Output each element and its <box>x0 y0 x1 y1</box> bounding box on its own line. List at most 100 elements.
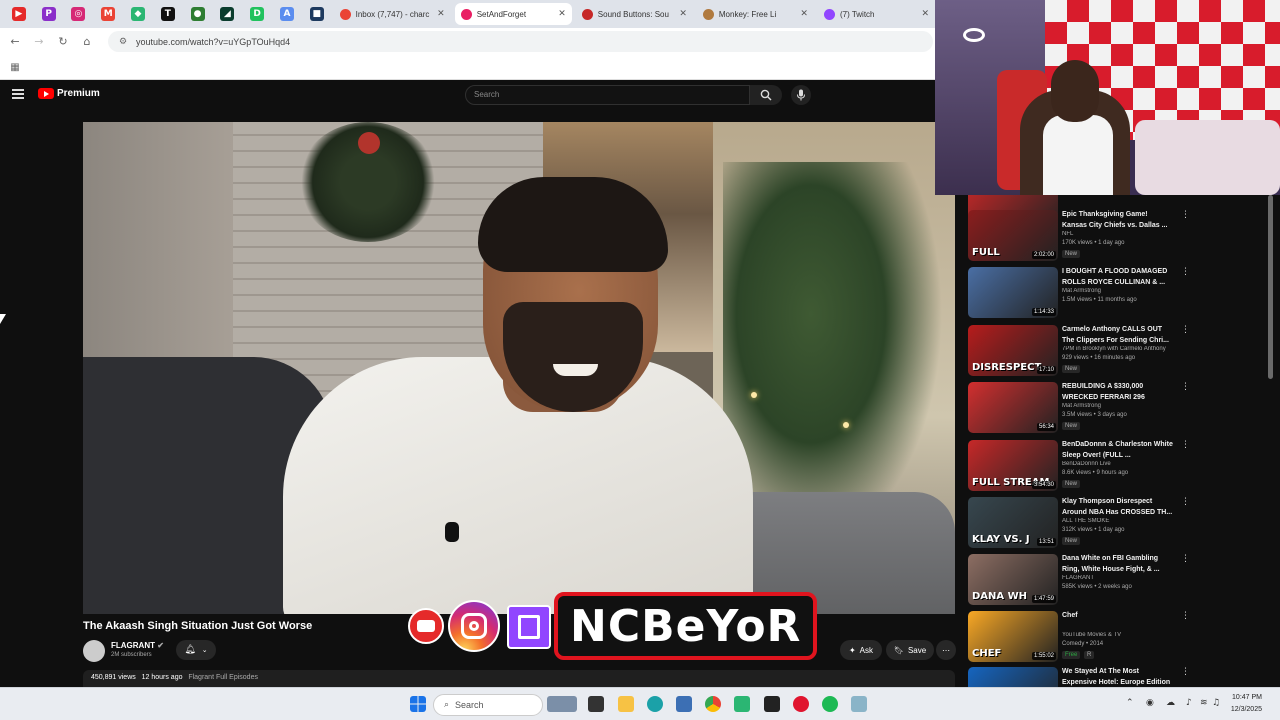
close-tab-icon[interactable]: ✕ <box>558 9 566 19</box>
channel-name-row[interactable]: FLAGRANT ✔ <box>111 641 164 650</box>
video-title[interactable]: REBUILDING A $330,000 WRECKED FERRARI 29… <box>1062 382 1174 403</box>
widgets-icon[interactable] <box>547 696 577 712</box>
apps-grid-icon[interactable]: ▦ <box>8 60 22 74</box>
tray-chevron-icon[interactable]: ⌃ <box>1126 698 1134 708</box>
site-info-icon[interactable]: ⚙ <box>116 35 130 49</box>
chrome-icon[interactable] <box>705 696 721 712</box>
menu-icon[interactable] <box>12 89 24 99</box>
video-thumbnail[interactable]: 1:14:33 <box>968 267 1058 318</box>
close-tab-icon[interactable]: ✕ <box>679 9 687 19</box>
channel-name[interactable]: FLAGRANT <box>111 641 155 650</box>
video-player[interactable] <box>83 122 955 614</box>
playlist-link[interactable]: Flagrant Full Episodes <box>188 674 258 681</box>
ask-button[interactable]: ✦ Ask <box>840 640 882 660</box>
video-title[interactable]: Epic Thanksgiving Game! Kansas City Chie… <box>1062 210 1174 231</box>
video-channel[interactable]: 7PM in Brooklyn with Carmelo Anthony <box>1062 346 1187 352</box>
edge-icon[interactable] <box>647 696 663 712</box>
pinned-tab[interactable]: ◎ <box>66 3 92 25</box>
browser-tab[interactable]: Sound Buttons: Sou ✕ <box>576 3 693 25</box>
microphone-tray-icon[interactable]: ♪ <box>1186 698 1192 708</box>
home-icon[interactable]: ⌂ <box>80 35 94 49</box>
recommended-video-item[interactable]: FULL 2:02:00 Epic Thanksgiving Game! Kansa… <box>968 210 1268 264</box>
search-button[interactable] <box>750 85 782 105</box>
browser-tab[interactable]: Monkey: Free Li ✕ <box>697 3 814 25</box>
recommended-video-item[interactable]: 1:14:33 I BOUGHT A FLOOD DAMAGED ROLLS RO… <box>968 267 1268 321</box>
video-thumbnail[interactable] <box>968 667 1058 687</box>
video-title[interactable]: Klay Thompson Disrespect Around NBA Has … <box>1062 497 1174 518</box>
video-thumbnail[interactable]: FULL 2:02:00 <box>968 210 1058 261</box>
task-view-icon[interactable] <box>588 696 604 712</box>
browser-tab[interactable]: SetAndForget ✕ <box>454 3 572 25</box>
video-channel[interactable]: Mat Armstrong <box>1062 403 1187 409</box>
video-channel[interactable]: ALL THE SMOKE <box>1062 518 1187 524</box>
video-title[interactable]: Dana White on FBI Gambling Ring, White H… <box>1062 554 1174 575</box>
more-vertical-icon[interactable]: ⋮ <box>1181 667 1190 677</box>
pinned-tab[interactable]: T <box>155 3 181 25</box>
close-tab-icon[interactable]: ✕ <box>800 9 808 19</box>
video-thumbnail[interactable]: DANA WH 1:47:59 <box>968 554 1058 605</box>
more-vertical-icon[interactable]: ⋮ <box>1181 554 1190 564</box>
pinned-tab[interactable]: D <box>244 3 270 25</box>
forward-icon[interactable]: → <box>32 35 46 49</box>
address-bar[interactable]: ⚙ youtube.com/watch?v=uYGpTOuHqd4 <box>108 31 933 52</box>
video-channel[interactable]: NFL <box>1062 231 1187 237</box>
recommended-video-item[interactable]: FULL STREAM 3:54:30 BenDaDonnn & Charlesto… <box>968 440 1268 494</box>
video-thumbnail[interactable]: 56:34 <box>968 382 1058 433</box>
recommended-video-item[interactable]: DANA WH 1:47:59 Dana White on FBI Gambling… <box>968 554 1268 608</box>
recommended-video-item[interactable]: 56:34 REBUILDING A $330,000 WRECKED FERRA… <box>968 382 1268 436</box>
wifi-icon[interactable]: ≋ <box>1200 698 1208 708</box>
more-vertical-icon[interactable]: ⋮ <box>1181 611 1190 621</box>
browser-tab[interactable]: (7) Twitch ✕ <box>818 3 935 25</box>
close-tab-icon[interactable]: ✕ <box>437 9 445 19</box>
channel-avatar[interactable] <box>83 640 105 662</box>
video-channel[interactable]: YouTube Movies & TV <box>1062 632 1187 638</box>
pinned-tab[interactable]: A <box>274 3 300 25</box>
notification-bell-button[interactable]: 🔔︎ ⌄ <box>176 640 216 660</box>
app-window-icon[interactable] <box>851 696 867 712</box>
video-title[interactable]: Carmelo Anthony CALLS OUT The Clippers F… <box>1062 325 1174 346</box>
more-vertical-icon[interactable]: ⋮ <box>1181 382 1190 392</box>
video-title[interactable]: I BOUGHT A FLOOD DAMAGED ROLLS ROYCE CUL… <box>1062 267 1174 288</box>
more-vertical-icon[interactable]: ⋮ <box>1181 267 1190 277</box>
video-title[interactable]: We Stayed At The Most Expensive Hotel: E… <box>1062 667 1174 687</box>
tray-app-icon[interactable]: ◉ <box>1146 698 1154 708</box>
voice-search-button[interactable] <box>791 85 811 105</box>
video-thumbnail[interactable]: DISRESPECT 17:10 <box>968 325 1058 376</box>
chat-app-icon[interactable] <box>734 696 750 712</box>
pinned-tab[interactable]: ◆ <box>125 3 151 25</box>
volume-icon[interactable]: ♫ <box>1212 698 1220 708</box>
pinned-tab[interactable]: ◢ <box>214 3 240 25</box>
discord-icon[interactable] <box>764 696 780 712</box>
spotify-icon[interactable] <box>822 696 838 712</box>
cloud-icon[interactable]: ☁ <box>1166 698 1175 708</box>
recommended-video-item[interactable]: KLAY VS. J 13:51 Klay Thompson Disrespect … <box>968 497 1268 551</box>
video-channel[interactable]: Mat Armstrong <box>1062 288 1187 294</box>
back-icon[interactable]: ← <box>8 35 22 49</box>
media-app-icon[interactable] <box>793 696 809 712</box>
save-button[interactable]: 🔖︎ Save <box>886 640 934 660</box>
more-vertical-icon[interactable]: ⋮ <box>1181 497 1190 507</box>
more-actions-button[interactable]: ⋯ <box>936 640 956 660</box>
sidebar-scrollbar[interactable] <box>1268 195 1273 379</box>
pinned-tab[interactable]: ▶ <box>6 3 32 25</box>
pinned-tab[interactable]: M <box>95 3 121 25</box>
video-title[interactable]: BenDaDonnn & Charleston White Sleep Over… <box>1062 440 1174 461</box>
video-channel[interactable]: BenDaDonnn Live <box>1062 461 1187 467</box>
more-vertical-icon[interactable]: ⋮ <box>1181 440 1190 450</box>
recommended-video-item[interactable]: CHEF 1:55:02 Chef ⋮ YouTube Movies & TV Comed… <box>968 611 1268 665</box>
system-clock[interactable]: 10:47 PM 12/3/2025 <box>1222 692 1262 716</box>
search-input[interactable]: Search <box>465 85 750 105</box>
video-thumbnail[interactable]: KLAY VS. J 13:51 <box>968 497 1058 548</box>
video-channel[interactable]: FLAGRANT <box>1062 575 1187 581</box>
video-thumbnail[interactable]: CHEF 1:55:02 <box>968 611 1058 662</box>
more-vertical-icon[interactable]: ⋮ <box>1181 325 1190 335</box>
more-vertical-icon[interactable]: ⋮ <box>1181 210 1190 220</box>
close-tab-icon[interactable]: ✕ <box>922 9 930 19</box>
recommended-video-item[interactable]: DISRESPECT 17:10 Carmelo Anthony CALLS OUT… <box>968 325 1268 379</box>
pinned-tab[interactable]: ■ <box>304 3 330 25</box>
file-explorer-icon[interactable] <box>618 696 634 712</box>
taskbar-search[interactable]: ⌕ Search <box>433 694 543 716</box>
pinned-tab[interactable]: ● <box>185 3 211 25</box>
recommended-video-item[interactable]: We Stayed At The Most Expensive Hotel: E… <box>968 667 1268 687</box>
reload-icon[interactable]: ↻ <box>56 35 70 49</box>
